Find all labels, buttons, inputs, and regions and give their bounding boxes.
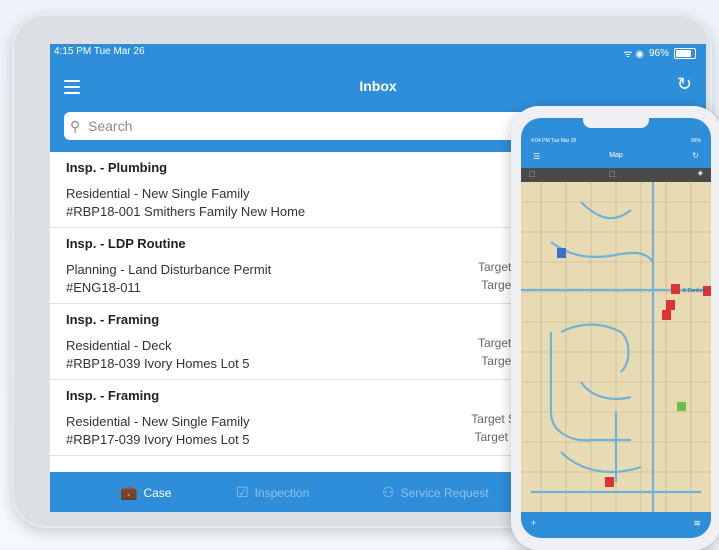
search-icon: ⚲: [70, 117, 81, 134]
item-title: Insp. - Framing: [66, 388, 160, 403]
item-case: #RBP18-039 Ivory Homes Lot 5: [66, 356, 250, 371]
item-title: Insp. - Plumbing: [66, 160, 168, 175]
tab-label: Case: [143, 485, 172, 500]
map-marker-red: [605, 477, 614, 487]
map-marker-red: [662, 310, 671, 320]
phone-screen: 4:04 PM Tue Mar 26 96% ☰ Map ↻ ⬚ ⬚ ◈ E D…: [521, 118, 711, 538]
item-type: Residential - New Single Family: [66, 186, 250, 201]
refresh-icon[interactable]: ↻: [677, 74, 692, 95]
item-title: Insp. - Framing: [66, 312, 160, 327]
select-area-icon[interactable]: ⬚: [529, 170, 536, 178]
item-case: #RBP18-001 Smithers Family New Home: [66, 204, 306, 219]
map-view[interactable]: E Danforth: [521, 182, 711, 512]
phone-device: 4:04 PM Tue Mar 26 96% ☰ Map ↻ ⬚ ⬚ ◈ E D…: [511, 106, 719, 550]
map-marker-green: [677, 402, 686, 411]
map-toolbar: ⬚ ⬚ ◈: [521, 168, 711, 182]
tab-label: Service Request: [400, 485, 489, 500]
item-title: Insp. - LDP Routine: [66, 236, 186, 251]
wifi-icon: ᯤ ◉: [623, 49, 644, 60]
phone-title: Map: [609, 152, 623, 159]
layers-icon[interactable]: ≋: [693, 518, 701, 529]
tab-label: Inspection: [254, 485, 310, 500]
item-type: Residential - Deck: [66, 338, 172, 353]
map-marker-blue: [557, 248, 566, 258]
battery-icon: [674, 47, 696, 59]
phone-refresh-icon[interactable]: ↻: [692, 151, 699, 160]
tab-case[interactable]: 💼 Case: [120, 484, 171, 501]
phone-status-time: 4:04 PM Tue Mar 26: [531, 138, 577, 144]
item-case: #RBP17-039 Ivory Homes Lot 5: [66, 432, 250, 447]
item-type: Planning - Land Disturbance Permit: [66, 262, 272, 277]
phone-notch: [583, 118, 649, 128]
search-placeholder: Search: [88, 118, 133, 134]
briefcase-icon: 💼: [120, 484, 138, 500]
checklist-icon: ☑: [236, 484, 249, 500]
status-time: 4:15 PM Tue Mar 26: [54, 46, 145, 57]
people-icon: ⚇: [382, 484, 395, 500]
battery-percent: 96%: [648, 47, 669, 59]
page-title: Inbox: [359, 78, 397, 94]
locate-icon[interactable]: ◈: [698, 169, 703, 177]
item-case: #ENG18-011: [66, 280, 141, 295]
phone-bottom-bar: + ≋: [521, 512, 711, 538]
tab-inspection[interactable]: ☑ Inspection: [236, 484, 309, 501]
street-label: E Danforth: [683, 288, 707, 294]
status-indicators: ᯤ ◉ 96%: [623, 46, 696, 60]
add-icon[interactable]: +: [531, 518, 536, 528]
extent-icon[interactable]: ⬚: [609, 170, 616, 178]
phone-battery: 96%: [690, 138, 701, 144]
map-marker-red: [666, 300, 675, 310]
item-type: Residential - New Single Family: [66, 414, 250, 429]
map-marker-red: [671, 284, 680, 294]
tab-service-request[interactable]: ⚇ Service Request: [382, 484, 489, 501]
